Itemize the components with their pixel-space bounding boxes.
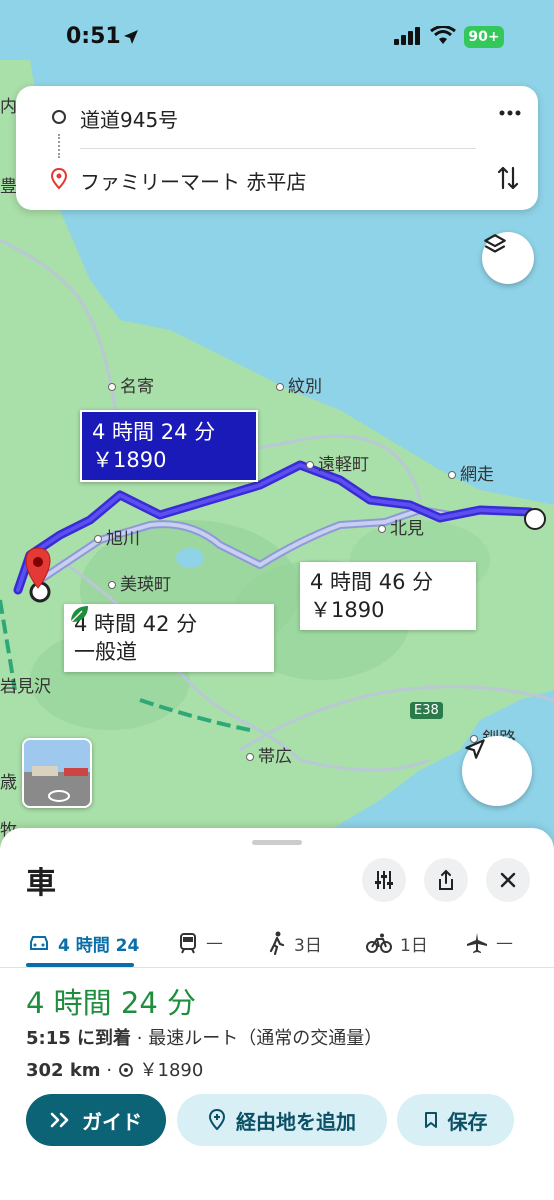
map-label-obihiro: 帯広 xyxy=(246,742,292,767)
button-label: 経由地を追加 xyxy=(236,1109,356,1134)
bottom-sheet: 車 4 時間 24 — 3日 1日 — 4 時間 24 分 5:15 に到着 ·… xyxy=(0,828,554,1200)
map-label-abashiri: 網走 xyxy=(448,460,494,485)
more-options-icon[interactable] xyxy=(498,108,522,118)
route-label-primary[interactable]: 4 時間 24 分 ￥1890 xyxy=(80,410,258,482)
map-label: 内 xyxy=(0,97,17,117)
button-label: ガイド xyxy=(82,1109,142,1134)
travel-mode-tabs: 4 時間 24 — 3日 1日 — xyxy=(0,918,554,968)
button-label: 保存 xyxy=(447,1109,488,1134)
highway-shield: E38 xyxy=(410,702,443,719)
close-button[interactable] xyxy=(486,858,530,902)
distance-fare: 302 km · ￥1890 xyxy=(26,1060,204,1081)
street-view-thumbnail[interactable] xyxy=(22,738,92,808)
cellular-signal-icon xyxy=(394,27,420,45)
share-button[interactable] xyxy=(424,858,468,902)
origin-field[interactable]: 道道945号 xyxy=(80,104,178,133)
divider xyxy=(80,148,476,149)
map-label-nayoro: 名寄 xyxy=(108,372,154,397)
tab-walk[interactable]: 3日 xyxy=(268,918,322,968)
car-icon xyxy=(30,936,48,950)
route-connector xyxy=(58,134,60,158)
toll-fare: ￥1890 xyxy=(139,1060,204,1081)
directions-card: 道道945号 ファミリーマート 赤平店 xyxy=(16,86,538,210)
status-time: 0:51 xyxy=(66,24,121,49)
tab-label: 1日 xyxy=(400,935,428,956)
add-stop-button[interactable]: 経由地を追加 xyxy=(177,1094,387,1146)
route-options-button[interactable] xyxy=(362,858,406,902)
origin-circle-icon xyxy=(52,110,66,124)
guide-button[interactable]: ガイド xyxy=(26,1094,166,1146)
tab-label: 3日 xyxy=(294,935,322,956)
route-label-alt1[interactable]: 4 時間 46 分 ￥1890 xyxy=(300,562,476,630)
tab-car[interactable]: 4 時間 24 xyxy=(28,918,139,968)
wifi-icon xyxy=(430,26,456,44)
sheet-title: 車 xyxy=(26,866,56,901)
destination-field[interactable]: ファミリーマート 赤平店 xyxy=(80,166,306,195)
toll-icon xyxy=(118,1063,133,1077)
route-fare: ￥1890 xyxy=(92,448,167,472)
map-label-asahikawa: 旭川 xyxy=(94,524,140,549)
map-label: 歳 xyxy=(0,773,17,793)
map-label-engaru: 遠軽町 xyxy=(306,450,369,475)
close-icon xyxy=(500,872,516,888)
share-icon xyxy=(439,869,453,890)
route-time: 4 時間 24 分 xyxy=(92,420,216,444)
bike-icon xyxy=(366,933,392,953)
tab-transit[interactable]: — xyxy=(178,918,223,968)
map-label: 豊 xyxy=(0,177,17,197)
arrival-time: 5:15 に到着 xyxy=(26,1028,132,1049)
tab-label: 4 時間 24 xyxy=(58,935,140,956)
map-label-biei: 美瑛町 xyxy=(108,570,171,595)
tab-bike[interactable]: 1日 xyxy=(366,918,428,968)
tab-flight[interactable]: — xyxy=(466,918,513,968)
swap-icon[interactable] xyxy=(496,164,520,192)
train-icon xyxy=(180,933,196,954)
distance: 302 km xyxy=(26,1060,101,1081)
map-label-iwamizawa: 岩見沢 xyxy=(0,677,51,697)
layers-button[interactable] xyxy=(482,232,534,284)
route-fare: ￥1890 xyxy=(310,598,385,622)
leaf-icon xyxy=(70,606,88,623)
start-navigation-icon xyxy=(50,1112,69,1128)
route-note: 一般道 xyxy=(74,640,137,664)
status-bar: 0:51 90+ xyxy=(0,0,554,76)
save-button[interactable]: 保存 xyxy=(397,1094,514,1146)
trip-duration: 4 時間 24 分 xyxy=(26,986,197,1020)
plane-icon xyxy=(467,933,487,953)
my-location-button[interactable] xyxy=(462,736,532,806)
walk-icon xyxy=(269,931,285,955)
arrival-info: 5:15 に到着 · 最速ルート（通常の交通量） xyxy=(26,1024,382,1050)
route-description: · 最速ルート（通常の交通量） xyxy=(131,1028,383,1049)
route-time: 4 時間 46 分 xyxy=(310,570,434,594)
navigation-arrow-icon xyxy=(465,739,485,759)
tune-icon xyxy=(375,871,393,889)
tab-label: — xyxy=(496,933,513,953)
layers-icon xyxy=(484,234,506,253)
route-time: 4 時間 42 分 xyxy=(74,612,198,636)
bookmark-icon xyxy=(424,1112,437,1128)
tab-label: — xyxy=(206,933,223,953)
active-tab-indicator xyxy=(26,963,134,967)
destination-pin-icon xyxy=(50,168,68,190)
add-location-icon xyxy=(208,1109,226,1131)
drag-handle[interactable] xyxy=(252,840,302,845)
map-label-kitami: 北見 xyxy=(378,514,424,539)
location-arrow-icon xyxy=(124,30,138,44)
battery-indicator: 90+ xyxy=(464,26,504,48)
map-label-monbetsu: 紋別 xyxy=(276,372,322,397)
route-label-alt2[interactable]: 4 時間 42 分 一般道 xyxy=(64,604,274,672)
